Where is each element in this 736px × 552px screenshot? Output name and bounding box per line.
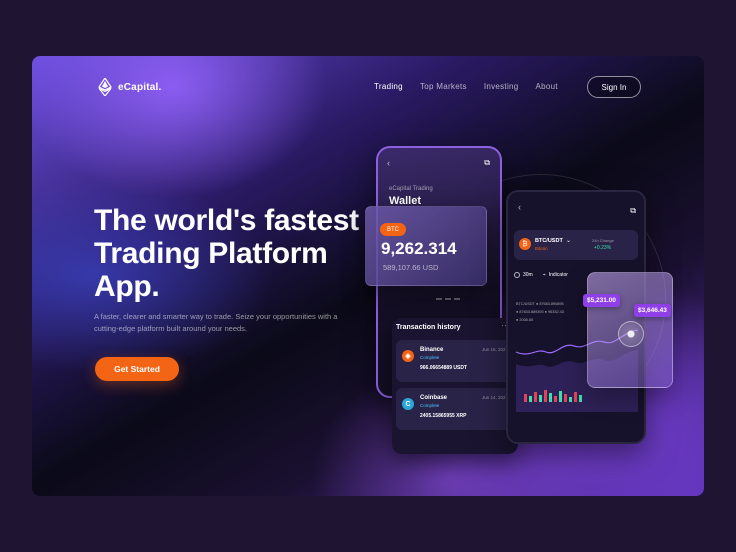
hero-subtitle: A faster, clearer and smarter way to tra…: [94, 312, 338, 333]
binance-icon: ◈: [402, 350, 414, 362]
wallet-balance: 9,262.314: [381, 239, 457, 258]
transaction-history-title: Transaction history: [396, 324, 461, 331]
top-nav: eCapital. Trading Top Markets Investing …: [32, 56, 704, 120]
brand-name: eCapital.: [118, 81, 162, 93]
indicator-icon: ⌁: [542, 272, 546, 278]
transaction-item[interactable]: ◈ Binance Complete 966.06654889 USDT Jun…: [396, 340, 514, 382]
wallet-usd-value: 589,107.66 USD: [383, 263, 439, 272]
stat-line: BTC/USDT ● 87683.890895: [516, 302, 564, 306]
price-badge: $3,646.43: [634, 304, 671, 317]
wallet-subtitle: eCapital Trading: [389, 186, 433, 192]
transaction-name: Binance: [420, 347, 444, 353]
coinbase-icon: C: [402, 398, 414, 410]
ethereum-logo-icon: [98, 78, 112, 96]
price-badge: $5,231.00: [583, 294, 620, 307]
transaction-name: Coinbase: [420, 395, 448, 401]
tab-label: Indicator: [548, 272, 568, 278]
transaction-status: Complete: [420, 355, 440, 360]
nav-link-top-markets[interactable]: Top Markets: [420, 82, 467, 91]
hero-title: The world's fastest Trading Platform App…: [94, 204, 359, 303]
coin-badge: BTC: [380, 223, 406, 236]
bitcoin-icon: ₿: [519, 238, 531, 250]
pair-name: BTC/USDT: [535, 238, 563, 244]
share-icon[interactable]: ⧉: [630, 206, 636, 216]
transaction-status: Complete: [420, 403, 440, 408]
change-value: +0.23%: [594, 245, 612, 251]
tab-30m[interactable]: 30m: [514, 272, 533, 278]
tab-indicator[interactable]: ⌁ Indicator: [543, 272, 568, 278]
transaction-amount: 2405.15865955 XRP: [420, 413, 467, 419]
nav-link-investing[interactable]: Investing: [484, 82, 519, 91]
transaction-amount: 966.06654889 USDT: [420, 365, 467, 371]
nav-links: Trading Top Markets Investing About: [374, 82, 558, 91]
chevron-down-icon: ⌄: [566, 238, 572, 244]
sign-in-button[interactable]: Sign In: [587, 76, 641, 98]
get-started-button[interactable]: Get Started: [95, 357, 179, 381]
carousel-dots: [436, 298, 460, 300]
chart-tabs: 30m ⌁ Indicator: [514, 272, 568, 278]
transaction-history-panel: Transaction history ··· ◈ Binance Comple…: [392, 318, 518, 454]
price-tooltip-card: [587, 272, 673, 388]
clock-icon: [514, 272, 520, 278]
share-icon[interactable]: ⧉: [484, 158, 490, 168]
change-label: 24h Change: [592, 238, 614, 243]
transaction-item[interactable]: C Coinbase Complete 2405.15865955 XRP Ju…: [396, 388, 514, 430]
tab-label: 30m: [523, 272, 533, 278]
nav-link-trading[interactable]: Trading: [374, 82, 403, 91]
back-arrow-icon[interactable]: ‹: [518, 202, 521, 212]
nav-link-about[interactable]: About: [536, 82, 558, 91]
pair-subname: Bitcoin: [535, 246, 548, 251]
wallet-balance-card[interactable]: BTC 9,262.314 589,107.66 USD: [365, 206, 487, 286]
transaction-date: Jun 14, 2021: [481, 395, 508, 400]
back-arrow-icon[interactable]: ‹: [387, 158, 390, 168]
pair-selector[interactable]: ₿ BTC/USDT ⌄ Bitcoin 24h Change +0.23%: [514, 230, 638, 260]
hero-frame: eCapital. Trading Top Markets Investing …: [32, 56, 704, 496]
transaction-date: Jun 15, 2021: [481, 347, 508, 352]
brand-logo[interactable]: eCapital.: [98, 78, 161, 96]
crosshair-handle[interactable]: [618, 321, 644, 347]
